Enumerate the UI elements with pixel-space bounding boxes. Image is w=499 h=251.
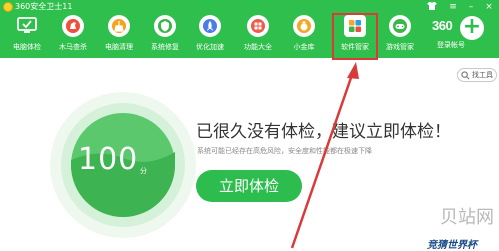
shield-repair-icon [154, 15, 176, 37]
nav-label: 优化加速 [196, 43, 224, 51]
monitor-check-icon [16, 15, 38, 37]
nav-item-vault[interactable]: 小金库 [283, 14, 325, 58]
nav-item-repair[interactable]: 系统修复 [144, 14, 186, 58]
nav-item-speedup[interactable]: 优化加速 [189, 14, 231, 58]
status-subtext: 系统可能已经存在高危风险，安全度和性能都在极速下降 [197, 147, 372, 155]
app-logo-icon [3, 2, 13, 12]
menu-icon[interactable]: ≡ [447, 1, 459, 13]
score-unit: 分 [140, 167, 147, 175]
nav-item-games[interactable]: 游戏管家 [379, 14, 421, 58]
nav-item-trojan[interactable]: 木马查杀 [52, 14, 94, 58]
watermark-bottom: 竞猜世界杯 [427, 240, 477, 251]
nav-label: 游戏管家 [386, 43, 414, 51]
score-value: 100 [78, 142, 139, 177]
nav-label: 电脑清理 [105, 43, 133, 51]
grid-apps-icon [247, 15, 269, 37]
search-icon [461, 71, 470, 80]
coin-bag-icon [293, 15, 315, 37]
tool-search-label: 找工具 [472, 71, 493, 79]
nav-label: 电脑体检 [13, 43, 41, 51]
app-title: 360安全卫士11 [15, 2, 73, 11]
close-icon[interactable]: × [483, 1, 495, 13]
nav-label: 系统修复 [151, 43, 179, 51]
nav-item-cleanup[interactable]: 电脑清理 [98, 14, 140, 58]
check-now-button[interactable]: 立即体检 [196, 170, 302, 202]
horse-scan-icon [62, 15, 84, 37]
minimize-icon[interactable]: – [465, 1, 477, 13]
nav-item-checkup[interactable]: 电脑体检 [6, 14, 48, 58]
nav-label: 功能大全 [244, 43, 272, 51]
nav-item-features[interactable]: 功能大全 [237, 14, 279, 58]
nav-label: 小金库 [293, 43, 315, 51]
window-controls: ≡ – × [447, 1, 495, 13]
skin-icon[interactable] [427, 1, 437, 11]
broom-clean-icon [108, 15, 130, 37]
gamepad-icon [389, 15, 411, 37]
title-bar: 360安全卫士11 [0, 0, 499, 14]
rocket-icon [199, 15, 221, 37]
nav-label: 木马查杀 [59, 43, 87, 51]
brand-360: 360 [432, 18, 453, 33]
tool-search[interactable]: 找工具 [457, 68, 497, 82]
highlight-box [332, 13, 378, 60]
login-link[interactable]: 登录帐号 [437, 40, 465, 50]
add-account-button[interactable]: + [460, 16, 484, 40]
status-headline: 已很久没有体检，建议立即体检！ [196, 122, 451, 142]
top-header: 360安全卫士11 ≡ – × 电脑体检 木马查杀 电脑清理 系统修复 优化加速… [0, 0, 499, 60]
watermark-top: 贝站网 [440, 207, 494, 228]
